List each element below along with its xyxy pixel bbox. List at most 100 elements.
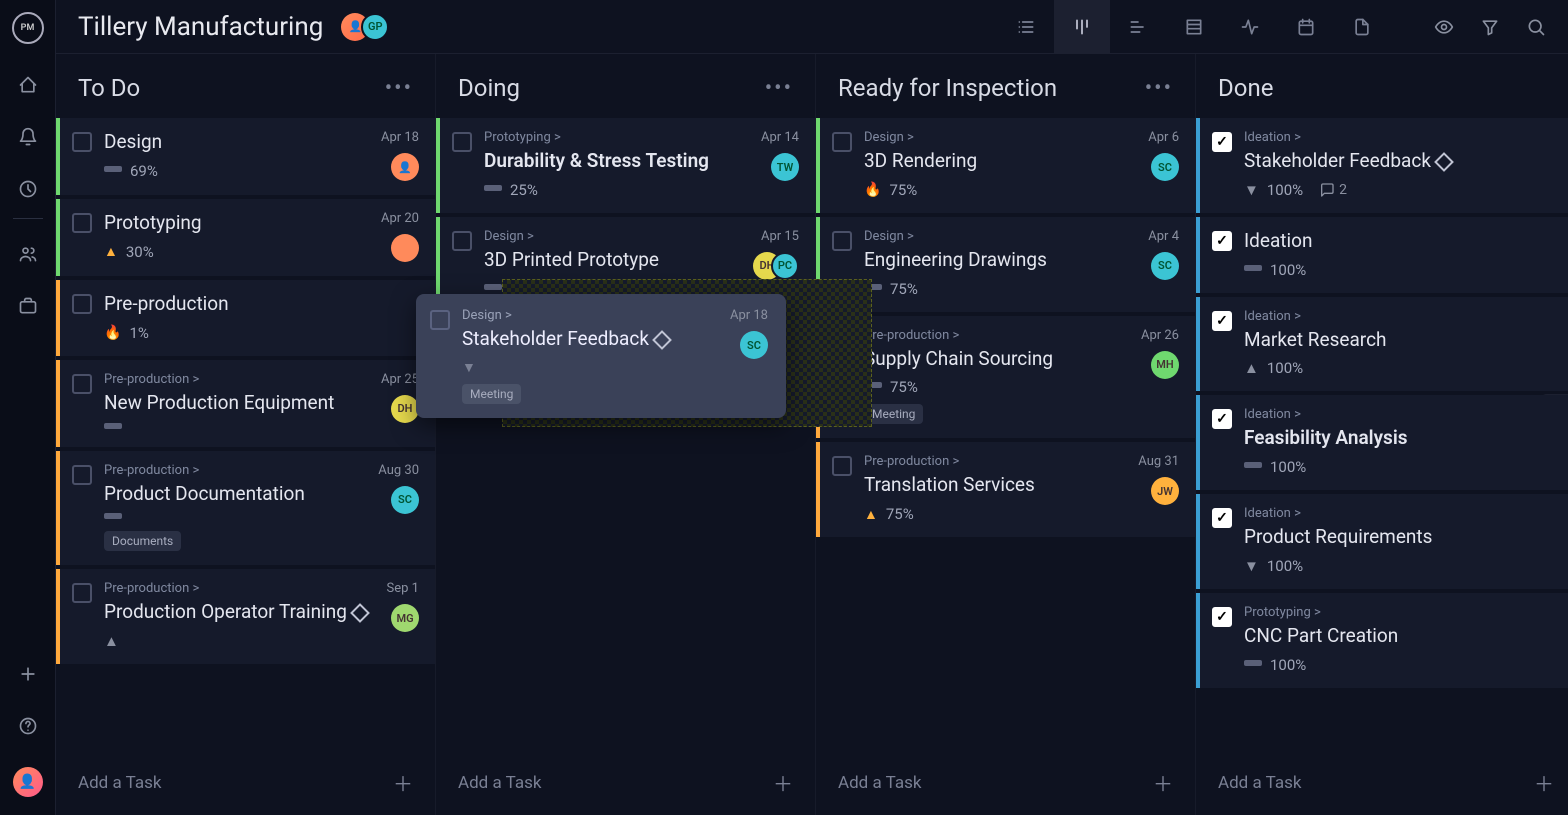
task-card[interactable]: Pre-production > Supply Chain Sourcing 7… xyxy=(816,316,1195,439)
task-checkbox[interactable] xyxy=(452,132,472,152)
task-card[interactable]: Prototyping ▲ 30% Apr 20 xyxy=(56,199,435,276)
column-body: ✓ Ideation > Stakeholder Feedback ▼ 100%… xyxy=(1196,118,1568,750)
assignee-avatar[interactable]: PC xyxy=(771,252,799,280)
task-card[interactable]: ✓ Ideation > Feasibility Analysis 100% xyxy=(1196,395,1568,490)
assignee-avatar[interactable]: SC xyxy=(391,486,419,514)
task-checkbox[interactable] xyxy=(72,213,92,233)
assignee-avatar[interactable]: DH xyxy=(391,395,419,423)
card-title: New Production Equipment xyxy=(104,391,369,415)
card-breadcrumb: Pre-production > xyxy=(104,372,369,387)
project-members[interactable]: 👤 GP xyxy=(341,13,389,41)
card-date: Aug 30 xyxy=(378,463,419,478)
task-card[interactable]: ✓ Ideation 100% xyxy=(1196,217,1568,293)
list-view-tab[interactable] xyxy=(998,0,1054,54)
comment-icon[interactable]: 2 xyxy=(1319,182,1347,198)
assignee-avatar[interactable]: MH xyxy=(1151,351,1179,379)
task-checkbox[interactable] xyxy=(72,465,92,485)
task-card[interactable]: Design 69% Apr 18 👤 xyxy=(56,118,435,195)
task-card[interactable]: ✓ Ideation > Market Research ▲ 100% xyxy=(1196,297,1568,392)
card-title: Product Requirements xyxy=(1244,525,1548,549)
task-card[interactable]: Pre-production 🔥 1% xyxy=(56,280,435,356)
dragging-card[interactable]: Design > Stakeholder Feedback ▼ Meeting … xyxy=(416,294,786,418)
kanban-column: Done ✓ Ideation > Stakeholder Feedback ▼… xyxy=(1196,54,1568,815)
clock-icon[interactable] xyxy=(17,178,39,200)
task-checkbox[interactable] xyxy=(72,583,92,603)
card-meta: ▲ 30% xyxy=(104,243,369,261)
assignee-avatar[interactable]: TW xyxy=(771,153,799,181)
assignee-avatar[interactable]: SC xyxy=(1151,252,1179,280)
sheet-view-tab[interactable] xyxy=(1166,0,1222,54)
task-card[interactable]: Pre-production > Product Documentation D… xyxy=(56,451,435,566)
task-card[interactable]: ✓ Ideation > Stakeholder Feedback ▼ 100%… xyxy=(1196,118,1568,213)
assignee-avatar[interactable]: SC xyxy=(740,331,768,359)
task-card[interactable]: Pre-production > Production Operator Tra… xyxy=(56,569,435,664)
card-meta: 25% xyxy=(484,181,749,199)
board-view-tab[interactable] xyxy=(1054,0,1110,54)
help-icon[interactable] xyxy=(17,715,39,737)
add-task-button[interactable]: Add a Task＋ xyxy=(1196,750,1568,815)
card-date: Apr 15 xyxy=(761,229,799,244)
add-task-button[interactable]: Add a Task＋ xyxy=(56,750,435,815)
task-card[interactable]: Design > Engineering Drawings 75% Apr 4 … xyxy=(816,217,1195,312)
task-checkbox[interactable] xyxy=(72,294,92,314)
card-title: Engineering Drawings xyxy=(864,248,1136,272)
column-menu-icon[interactable]: ••• xyxy=(765,76,793,101)
milestone-icon xyxy=(350,603,370,623)
card-breadcrumb: Prototyping > xyxy=(484,130,749,145)
project-title: Tillery Manufacturing xyxy=(78,12,323,42)
avatar[interactable]: GP xyxy=(361,13,389,41)
card-breadcrumb: Pre-production > xyxy=(104,581,375,596)
card-title: Product Documentation xyxy=(104,482,366,506)
task-checkbox[interactable] xyxy=(452,231,472,251)
card-meta xyxy=(104,513,366,523)
column-menu-icon[interactable]: ••• xyxy=(385,76,413,101)
task-checkbox[interactable]: ✓ xyxy=(1212,311,1232,331)
task-checkbox[interactable] xyxy=(832,231,852,251)
assignee-avatar[interactable]: SC xyxy=(1151,153,1179,181)
briefcase-icon[interactable] xyxy=(17,295,39,317)
task-checkbox[interactable] xyxy=(72,374,92,394)
card-meta: 75% xyxy=(864,280,1136,298)
add-task-button[interactable]: Add a Task＋ xyxy=(436,750,815,815)
assignee-avatar[interactable]: JW xyxy=(1151,477,1179,505)
app-logo[interactable]: PM xyxy=(12,12,44,44)
add-task-button[interactable]: Add a Task＋ xyxy=(816,750,1195,815)
task-card[interactable]: Design > 3D Rendering 🔥 75% Apr 6 SC xyxy=(816,118,1195,213)
eye-icon[interactable] xyxy=(1434,17,1454,37)
activity-view-tab[interactable] xyxy=(1222,0,1278,54)
task-checkbox[interactable] xyxy=(72,132,92,152)
plus-icon: ＋ xyxy=(1534,768,1554,797)
left-sidebar: PM 👤 xyxy=(0,0,56,815)
task-checkbox[interactable]: ✓ xyxy=(1212,409,1232,429)
card-breadcrumb: Design > xyxy=(864,229,1136,244)
plus-icon: ＋ xyxy=(1153,768,1173,797)
plus-icon[interactable] xyxy=(17,663,39,685)
calendar-view-tab[interactable] xyxy=(1278,0,1334,54)
task-checkbox[interactable]: ✓ xyxy=(1212,607,1232,627)
bell-icon[interactable] xyxy=(17,126,39,148)
task-checkbox[interactable] xyxy=(832,456,852,476)
files-view-tab[interactable] xyxy=(1334,0,1390,54)
people-icon[interactable] xyxy=(17,243,39,265)
home-icon[interactable] xyxy=(17,74,39,96)
task-card[interactable]: Pre-production > Translation Services ▲ … xyxy=(816,442,1195,537)
task-checkbox[interactable] xyxy=(430,310,450,330)
task-card[interactable]: ✓ Ideation > Product Requirements ▼ 100% xyxy=(1196,494,1568,589)
task-checkbox[interactable]: ✓ xyxy=(1212,508,1232,528)
task-card[interactable]: Pre-production > New Production Equipmen… xyxy=(56,360,435,447)
task-card[interactable]: Prototyping > Durability & Stress Testin… xyxy=(436,118,815,213)
task-checkbox[interactable]: ✓ xyxy=(1212,231,1232,251)
assignee-avatar[interactable]: MG xyxy=(391,604,419,632)
assignee-avatar[interactable] xyxy=(391,234,419,262)
task-checkbox[interactable] xyxy=(832,132,852,152)
assignee-avatar[interactable]: 👤 xyxy=(391,153,419,181)
column-menu-icon[interactable]: ••• xyxy=(1145,76,1173,101)
filter-icon[interactable] xyxy=(1480,17,1500,37)
task-card[interactable]: ✓ Prototyping > CNC Part Creation 100% xyxy=(1196,593,1568,688)
search-icon[interactable] xyxy=(1526,17,1546,37)
gantt-view-tab[interactable] xyxy=(1110,0,1166,54)
card-title: Durability & Stress Testing xyxy=(484,149,749,173)
card-breadcrumb: Ideation > xyxy=(1244,407,1548,422)
user-avatar[interactable]: 👤 xyxy=(13,767,43,797)
task-checkbox[interactable]: ✓ xyxy=(1212,132,1232,152)
